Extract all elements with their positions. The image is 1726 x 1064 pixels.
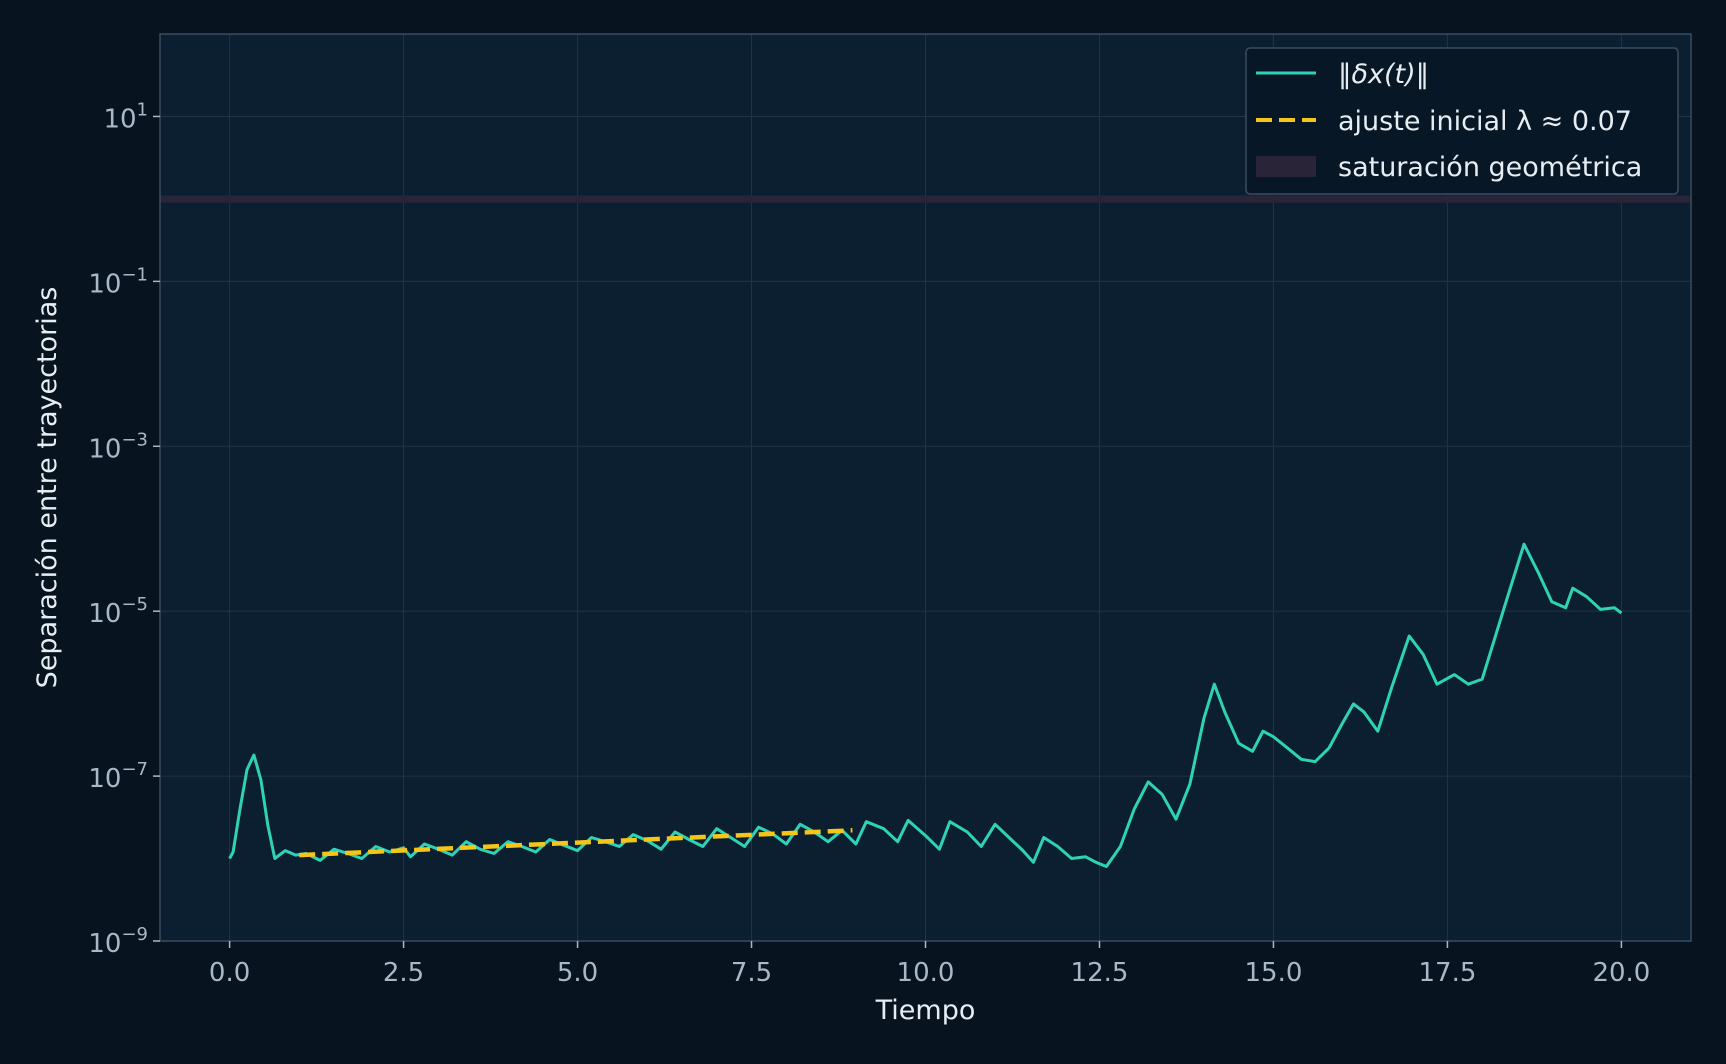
lyapunov-chart: 0.0 2.5 5.0 7.5 10.0 12.5 15.0 17.5 20.010−910−7… [0,0,1726,1060]
x-tick-label: 10.0 [897,958,955,988]
x-tick-label: 2.5 [383,958,424,988]
x-tick-label: 12.5 [1071,958,1129,988]
legend: ‖δx(t)‖ ajuste inicial λ ≈ 0.07 saturaci… [1245,47,1679,195]
x-axis-label: Tiempo [875,995,976,1026]
x-tick-label: 17.5 [1418,958,1476,988]
x-tick-label: 7.5 [731,958,772,988]
x-tick-label: 15.0 [1245,958,1303,988]
x-tick-label: 5.0 [557,958,598,988]
chart-container: 0.0 2.5 5.0 7.5 10.0 12.5 15.0 17.5 20.0 10−9 10−7… [0,0,1726,1060]
y-axis-label: Separación entre trayectorias [32,287,63,689]
legend-band-swatch [1256,156,1316,177]
legend-fit-label: ajuste inicial λ ≈ 0.07 [1338,106,1632,137]
x-tick-label: 0.0 [209,958,250,988]
x-tick-label: 20.0 [1592,958,1650,988]
legend-line-label: ‖δx(t)‖ [1338,59,1429,90]
legend-band-label: saturación geométrica [1338,152,1642,183]
saturation-band [160,195,1691,203]
